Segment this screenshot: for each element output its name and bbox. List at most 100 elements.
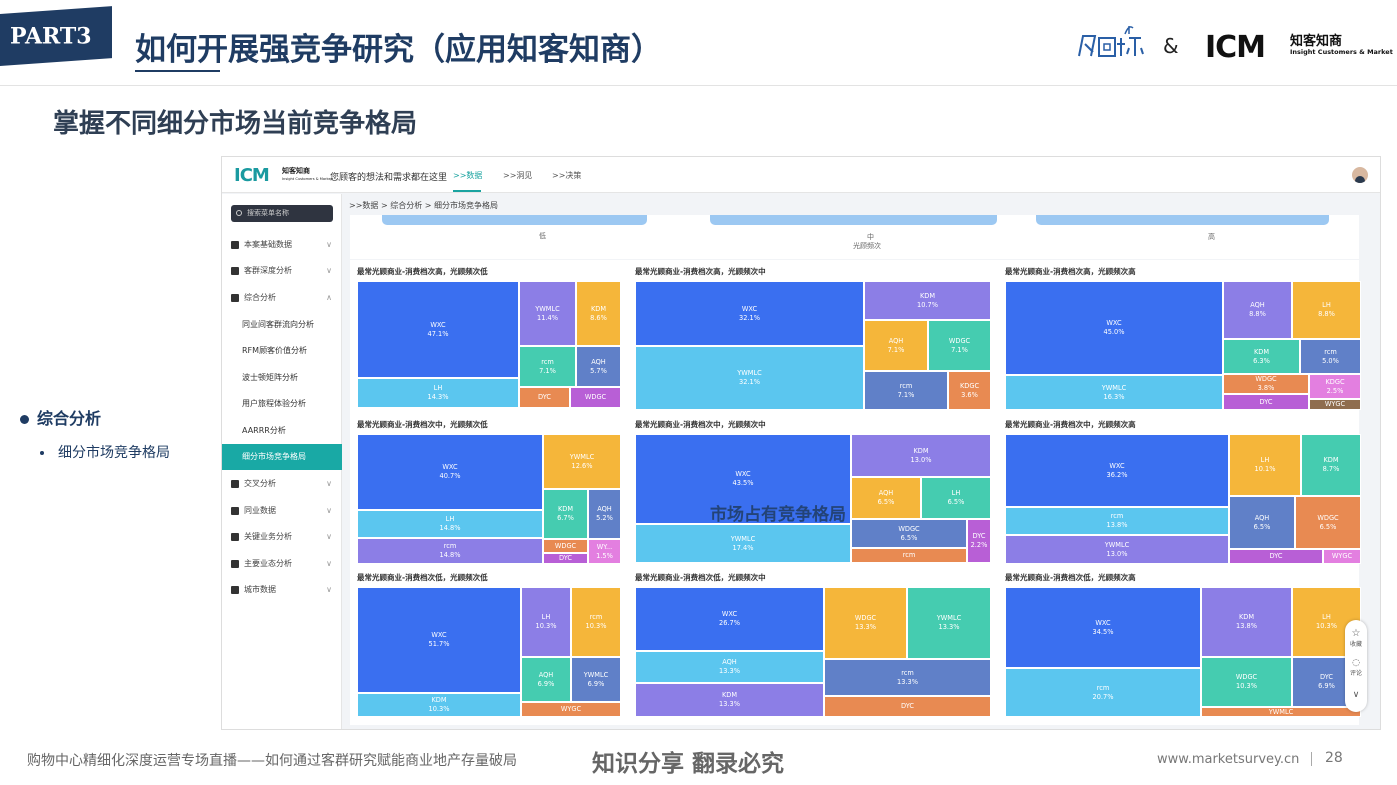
treemap-cell[interactable]: WDGC 13.3% xyxy=(824,587,907,659)
sidebar-item[interactable]: 本案基础数据 ∨ xyxy=(222,232,342,258)
nav-decision[interactable]: >>决策 xyxy=(552,170,581,181)
treemap-cell[interactable]: YWMLC 11.4% xyxy=(519,281,576,346)
treemap-cell[interactable]: rcm xyxy=(851,548,967,563)
treemap-cell[interactable]: LH 8.8% xyxy=(1292,281,1361,339)
treemap-cell[interactable]: LH 10.1% xyxy=(1229,434,1301,496)
search-input[interactable]: 搜索菜单名称 xyxy=(231,205,333,222)
treemap-cell[interactable]: YWMLC 32.1% xyxy=(635,346,864,410)
treemap-cell[interactable]: WYGC xyxy=(1323,549,1361,564)
treemap-cell[interactable]: WDGC xyxy=(570,387,621,408)
treemap-cell[interactable]: DYC xyxy=(519,387,570,408)
treemap-cell[interactable]: WXC 47.1% xyxy=(357,281,519,378)
filter-mid-button[interactable] xyxy=(710,215,997,225)
treemap-cell[interactable]: AQH 7.1% xyxy=(864,320,928,371)
comment-button[interactable]: ◌ 评论 xyxy=(1345,658,1367,677)
sidebar-item[interactable]: 客群深度分析 ∨ xyxy=(222,258,342,284)
treemap-cell[interactable]: KDM 13.3% xyxy=(635,683,824,717)
treemap-cell-label: WXC xyxy=(1109,461,1125,470)
treemap-cell[interactable]: WXC 45.0% xyxy=(1005,281,1223,375)
sidebar-item[interactable]: 同业间客群流向分析 xyxy=(222,312,342,338)
app-logo[interactable]: ICM xyxy=(234,165,270,186)
treemap-cell[interactable]: WDGC 6.5% xyxy=(851,519,967,548)
sidebar-item[interactable]: RFM顾客价值分析 xyxy=(222,338,342,364)
treemap-cell[interactable]: LH 6.5% xyxy=(921,477,991,519)
treemap-cell[interactable]: rcm 13.8% xyxy=(1005,507,1229,535)
sidebar-item[interactable]: 交叉分析 ∨ xyxy=(222,471,342,497)
treemap-cell[interactable]: AQH 6.5% xyxy=(851,477,921,519)
treemap-cell[interactable]: KDM 10.3% xyxy=(357,693,521,717)
treemap-cell[interactable]: AQH 6.5% xyxy=(1229,496,1295,549)
treemap-cell[interactable]: WXC 26.7% xyxy=(635,587,824,651)
nav-data[interactable]: >>数据 xyxy=(453,170,482,181)
treemap-cell[interactable]: DYC xyxy=(824,696,991,717)
treemap-cell[interactable]: WYGC xyxy=(1309,399,1361,410)
treemap-cell[interactable]: WXC 34.5% xyxy=(1005,587,1201,668)
treemap-cell[interactable]: YWMLC 13.0% xyxy=(1005,535,1229,564)
nav-insight[interactable]: >>洞见 xyxy=(503,170,532,181)
treemap-cell[interactable]: AQH 8.8% xyxy=(1223,281,1292,339)
sidebar-item[interactable]: 细分市场竞争格局 xyxy=(222,444,342,470)
treemap-cell[interactable]: KDM 10.7% xyxy=(864,281,991,320)
treemap-cell[interactable]: KDM 8.6% xyxy=(576,281,621,346)
treemap-cell[interactable]: DYC xyxy=(1223,394,1309,410)
treemap-cell[interactable]: WXC 32.1% xyxy=(635,281,864,346)
treemap-cell[interactable]: KDM 6.3% xyxy=(1223,339,1300,374)
treemap-cell[interactable]: KDM 8.7% xyxy=(1301,434,1361,496)
treemap-cell[interactable]: WYGC xyxy=(521,702,621,717)
sidebar-item[interactable]: 同业数据 ∨ xyxy=(222,498,342,524)
treemap-cell[interactable]: AQH 5.2% xyxy=(588,489,621,539)
footer-url[interactable]: www.marketsurvey.cn xyxy=(1157,752,1299,767)
footer-divider xyxy=(1311,752,1312,766)
sidebar-item[interactable]: 关键业务分析 ∨ xyxy=(222,524,342,550)
treemap-cell[interactable]: WDGC 6.5% xyxy=(1295,496,1361,549)
treemap-cell[interactable]: AQH 6.9% xyxy=(521,657,571,702)
sidebar-item-label: 城市数据 xyxy=(244,585,276,594)
treemap-cell[interactable]: DYC xyxy=(1229,549,1323,564)
treemap-cell[interactable]: rcm 5.0% xyxy=(1300,339,1361,374)
treemap-cell[interactable]: AQH 5.7% xyxy=(576,346,621,387)
treemap-cell[interactable]: YWMLC xyxy=(1201,707,1361,717)
treemap-cell[interactable]: YWMLC 13.3% xyxy=(907,587,991,659)
treemap-cell[interactable]: KDGC 3.6% xyxy=(948,371,991,410)
treemap-cell[interactable]: AQH 13.3% xyxy=(635,651,824,683)
treemap-cell[interactable]: KDM 13.0% xyxy=(851,434,991,477)
treemap-cell[interactable]: WDGC 10.3% xyxy=(1201,657,1292,707)
sidebar-item[interactable]: 主要业态分析 ∨ xyxy=(222,551,342,577)
sidebar-item[interactable]: 波士顿矩阵分析 xyxy=(222,365,342,391)
treemap-cell[interactable]: rcm 10.3% xyxy=(571,587,621,657)
treemap-cell[interactable]: LH 10.3% xyxy=(521,587,571,657)
scroll-down-button[interactable]: ∨ xyxy=(1345,690,1367,700)
filter-high-button[interactable] xyxy=(1036,215,1329,225)
treemap-cell[interactable]: rcm 7.1% xyxy=(864,371,948,410)
treemap-cell[interactable]: WDGC 3.8% xyxy=(1223,374,1309,394)
sidebar-item[interactable]: AARRR分析 xyxy=(222,418,342,444)
avatar[interactable] xyxy=(1352,167,1368,183)
favorite-button[interactable]: ☆ 收藏 xyxy=(1345,628,1367,648)
treemap-cell[interactable]: WDGC 7.1% xyxy=(928,320,991,371)
sidebar-item[interactable]: 城市数据 ∨ xyxy=(222,577,342,603)
treemap-cell[interactable]: DYC xyxy=(543,553,588,564)
treemap-cell[interactable]: WXC 40.7% xyxy=(357,434,543,510)
treemap-cell[interactable]: WDGC xyxy=(543,539,588,553)
sidebar-item[interactable]: 用户旅程体验分析 xyxy=(222,391,342,417)
treemap-cell[interactable]: YWMLC 12.6% xyxy=(543,434,621,489)
filter-low-button[interactable] xyxy=(382,215,647,225)
treemap-cell[interactable]: KDM 13.8% xyxy=(1201,587,1292,657)
treemap-cell[interactable]: LH 14.3% xyxy=(357,378,519,408)
treemap-cell[interactable]: DYC 2.2% xyxy=(967,519,991,563)
treemap-cell[interactable]: KDM 6.7% xyxy=(543,489,588,539)
sidebar-item[interactable]: 综合分析 ∧ xyxy=(222,285,342,311)
treemap-cell[interactable]: rcm 7.1% xyxy=(519,346,576,387)
treemap-cell[interactable]: WXC 51.7% xyxy=(357,587,521,693)
treemap-cell[interactable]: rcm 14.8% xyxy=(357,538,543,564)
treemap-cell[interactable]: WXC 36.2% xyxy=(1005,434,1229,507)
treemap-cell[interactable]: YWMLC 16.3% xyxy=(1005,375,1223,410)
treemap-cell[interactable]: rcm 20.7% xyxy=(1005,668,1201,717)
treemap-cell[interactable]: rcm 13.3% xyxy=(824,659,991,696)
treemap-cell[interactable]: YWMLC 17.4% xyxy=(635,524,851,563)
treemap-cell[interactable]: KDGC 2.5% xyxy=(1309,374,1361,399)
treemap-cell[interactable]: YWMLC 6.9% xyxy=(571,657,621,702)
treemap-cell-value: 13.3% xyxy=(719,700,740,708)
treemap-cell[interactable]: LH 14.8% xyxy=(357,510,543,538)
treemap-cell[interactable]: WY... 1.5% xyxy=(588,539,621,564)
